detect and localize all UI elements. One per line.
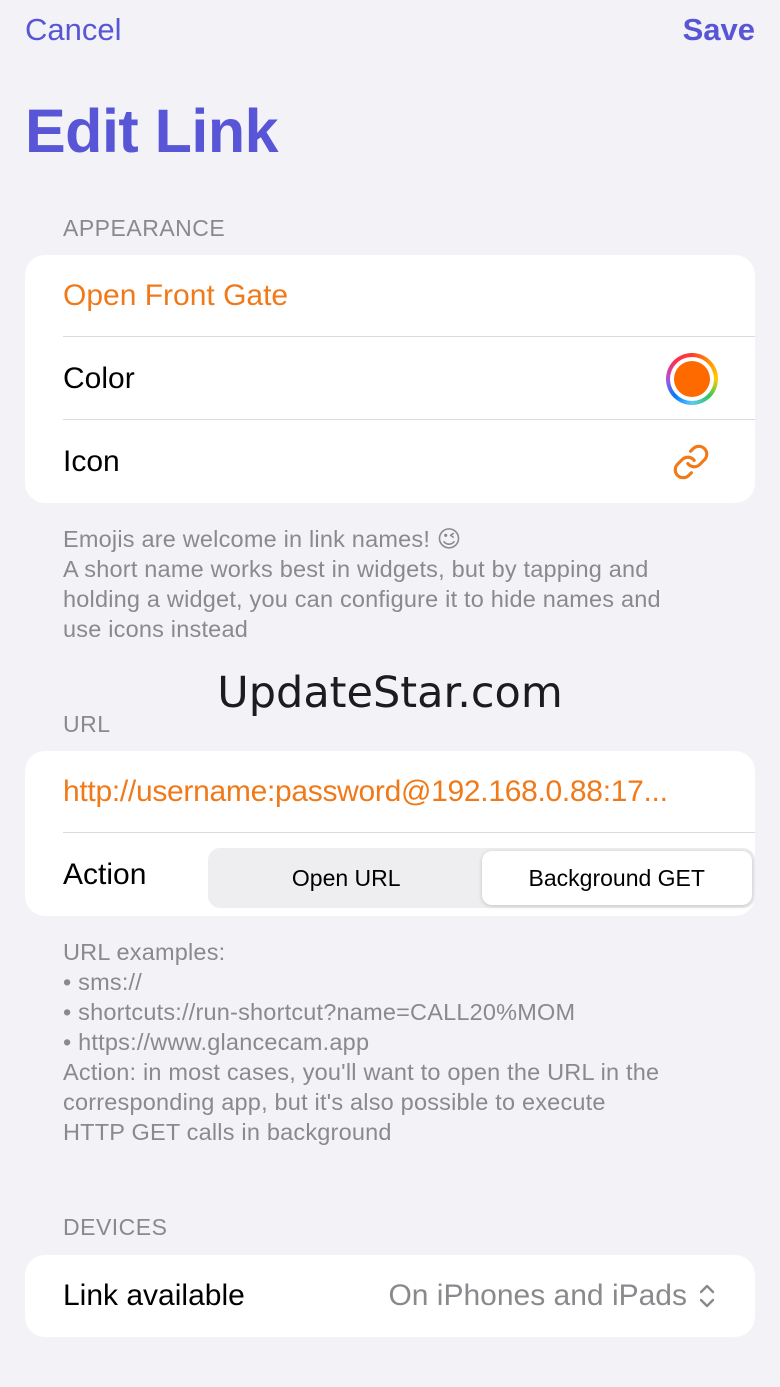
save-button[interactable]: Save [683, 12, 755, 48]
link-available-row[interactable]: Link available On iPhones and iPads [63, 1255, 755, 1337]
footer-line: Action: in most cases, you'll want to op… [63, 1059, 660, 1085]
appearance-header: APPEARANCE [63, 215, 226, 241]
footer-line: A short name works best in widgets, but … [63, 556, 649, 582]
segment-open-url[interactable]: Open URL [211, 851, 482, 905]
footer-line: use icons instead [63, 616, 248, 642]
footer-line: • shortcuts://run-shortcut?name=CALL20%M… [63, 999, 576, 1025]
color-row[interactable]: Color [63, 338, 755, 420]
color-label: Color [63, 362, 135, 395]
footer-line: HTTP GET calls in background [63, 1119, 392, 1145]
appearance-card: Open Front Gate Color Icon [25, 255, 755, 503]
footer-line: • https://www.glancecam.app [63, 1029, 370, 1055]
footer-line: URL examples: [63, 939, 226, 965]
url-field[interactable]: http://username:password@192.168.0.88:17… [63, 775, 717, 809]
icon-label: Icon [63, 445, 120, 478]
link-available-label: Link available [63, 1279, 245, 1312]
action-row: Action Open URL Background GET [63, 834, 755, 916]
color-picker-button[interactable] [666, 353, 718, 405]
selected-color-swatch [674, 361, 710, 397]
chevron-up-down-icon [697, 1282, 717, 1310]
footer-line: • sms:// [63, 969, 143, 995]
watermark-text: UpdateStar.com [217, 668, 563, 718]
action-segmented-control[interactable]: Open URL Background GET [208, 848, 755, 908]
segment-background-get[interactable]: Background GET [481, 851, 752, 905]
footer-line: Emojis are welcome in link names! 😉 [63, 526, 462, 552]
page-title: Edit Link [25, 97, 279, 165]
devices-header: DEVICES [63, 1214, 168, 1240]
footer-line: holding a widget, you can configure it t… [63, 586, 661, 612]
url-footer: URL examples: • sms:// • shortcuts://run… [63, 937, 723, 1147]
link-name-field[interactable]: Open Front Gate [63, 279, 717, 313]
url-header: URL [63, 711, 111, 737]
url-row[interactable]: http://username:password@192.168.0.88:17… [63, 751, 755, 833]
url-card: http://username:password@192.168.0.88:17… [25, 751, 755, 916]
footer-line: corresponding app, but it's also possibl… [63, 1089, 606, 1115]
link-available-picker[interactable]: On iPhones and iPads [388, 1279, 687, 1313]
cancel-button[interactable]: Cancel [25, 12, 122, 48]
link-icon[interactable] [672, 443, 710, 481]
icon-row[interactable]: Icon [63, 421, 755, 503]
appearance-footer: Emojis are welcome in link names! 😉 A sh… [63, 524, 723, 644]
link-name-row[interactable]: Open Front Gate [63, 255, 755, 337]
devices-card: Link available On iPhones and iPads [25, 1255, 755, 1337]
